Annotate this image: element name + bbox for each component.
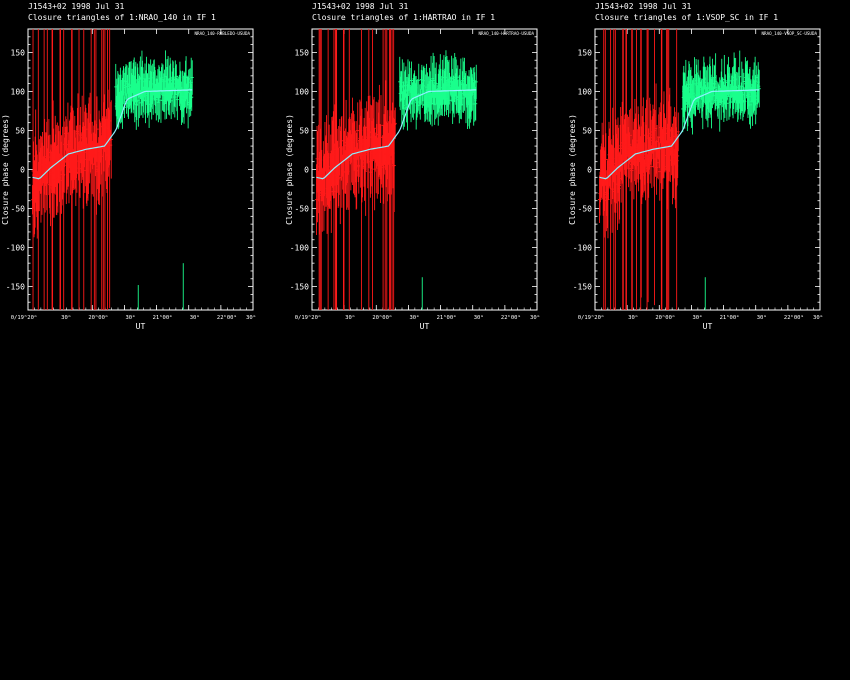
x-tick-label: 30ᵐ (409, 315, 419, 321)
data-area (598, 29, 761, 310)
data-area (315, 29, 478, 310)
y-tick-label: 150 (11, 48, 26, 57)
y-tick-label: -150 (290, 283, 309, 292)
x-tick-label: 30ᵐ (345, 315, 355, 321)
x-tick-label: 22ʰ00ᵐ (784, 314, 804, 321)
x-tick-label: 30ᵐ (813, 315, 823, 321)
data-area (31, 29, 194, 310)
x-tick-label: 0/19ʰ20ᵐ (295, 314, 322, 321)
chart-title: Closure triangles of 1:VSOP_SC in IF 1 (595, 13, 778, 22)
x-tick-label: 22ʰ00ᵐ (501, 314, 521, 321)
closure-phase-panel: J1543+02 1998 Jul 31 Closure triangles of… (1, 2, 256, 331)
x-tick-label: 30ᵐ (474, 315, 484, 321)
y-tick-label: -50 (578, 205, 593, 214)
y-tick-label: 150 (295, 48, 310, 57)
source-header: J1543+02 1998 Jul 31 (28, 2, 125, 11)
y-tick-label: 0 (20, 166, 25, 175)
y-tick-label: -100 (573, 244, 592, 253)
y-tick-label: 100 (11, 87, 26, 96)
x-tick-label: 20ʰ00ᵐ (655, 314, 675, 321)
chart-title: Closure triangles of 1:HARTRAO in IF 1 (312, 13, 495, 22)
x-tick-label: 30ᵐ (61, 315, 71, 321)
y-axis-label: Closure phase (degrees) (1, 114, 10, 225)
x-tick-label: 30ᵐ (530, 315, 540, 321)
source-header: J1543+02 1998 Jul 31 (312, 2, 409, 11)
y-tick-label: -100 (6, 244, 25, 253)
y-axis-label: Closure phase (degrees) (285, 114, 294, 225)
x-tick-label: 30ᵐ (246, 315, 256, 321)
baseline-legend: NRAO_140-ROBLEDO-USUDA (195, 31, 251, 36)
x-tick-label: 20ʰ00ᵐ (88, 314, 108, 321)
y-axis-label: Closure phase (degrees) (568, 114, 577, 225)
x-tick-label: 21ʰ00ᵐ (153, 314, 173, 321)
y-tick-label: -150 (6, 283, 25, 292)
baseline-legend: NRAO_140-HARTRAO-USUDA (479, 31, 535, 36)
y-tick-label: 100 (578, 87, 593, 96)
x-tick-label: 22ʰ00ᵐ (217, 314, 237, 321)
y-tick-label: -50 (11, 205, 26, 214)
y-tick-label: 100 (295, 87, 310, 96)
x-tick-label: 21ʰ00ᵐ (437, 314, 457, 321)
y-tick-label: 50 (15, 126, 25, 135)
chart-title: Closure triangles of 1:NRAO_140 in IF 1 (28, 13, 216, 22)
y-tick-label: -50 (295, 205, 310, 214)
x-tick-label: 30ᵐ (692, 315, 702, 321)
y-tick-label: 50 (299, 126, 309, 135)
y-tick-label: -100 (290, 244, 309, 253)
x-tick-label: 21ʰ00ᵐ (720, 314, 740, 321)
x-tick-label: 30ᵐ (125, 315, 135, 321)
x-tick-label: 0/19ʰ20ᵐ (578, 314, 605, 321)
x-axis-label: UT (703, 322, 713, 331)
y-tick-label: -150 (573, 283, 592, 292)
closure-phase-panel: J1543+02 1998 Jul 31 Closure triangles of… (568, 2, 823, 331)
x-tick-label: 30ᵐ (190, 315, 200, 321)
x-tick-label: 30ᵐ (757, 315, 767, 321)
y-tick-label: 0 (587, 166, 592, 175)
y-tick-label: 150 (578, 48, 593, 57)
x-axis-label: UT (136, 322, 146, 331)
closure-phase-panel: J1543+02 1998 Jul 31 Closure triangles of… (285, 2, 540, 331)
y-tick-label: 50 (582, 126, 592, 135)
x-tick-label: 20ʰ00ᵐ (372, 314, 392, 321)
source-header: J1543+02 1998 Jul 31 (595, 2, 692, 11)
x-axis-label: UT (420, 322, 430, 331)
y-tick-label: 0 (304, 166, 309, 175)
baseline-legend: NRAO_140-VSOP_SC-USUDA (762, 31, 818, 36)
x-tick-label: 0/19ʰ20ᵐ (11, 314, 38, 321)
x-tick-label: 30ᵐ (628, 315, 638, 321)
closure-phase-figure: J1543+02 1998 Jul 31 Closure triangles of… (1, 2, 823, 331)
